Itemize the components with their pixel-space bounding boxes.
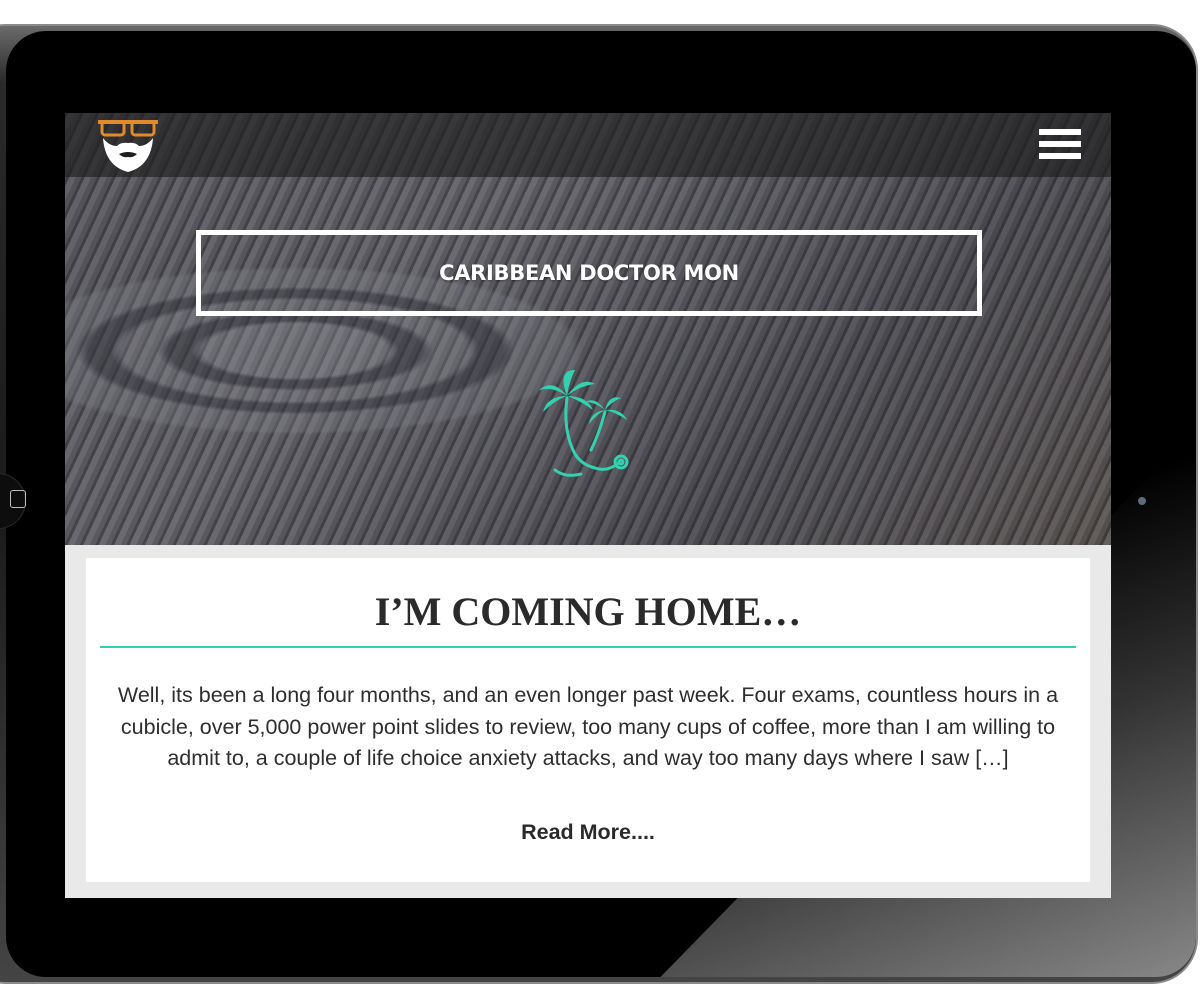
bearded-man-glasses-logo[interactable] [95,116,161,174]
site-title: CARIBBEAN DOCTOR MON [439,261,739,285]
read-more-link[interactable]: Read More.... [86,820,1090,845]
hero-overlay [65,113,1111,545]
palm-tree-stethoscope-icon [539,370,629,477]
menu-line [1039,153,1081,159]
title-divider [100,646,1076,648]
camera-icon [1138,497,1146,505]
post-excerpt: Well, its been a long four months, and a… [117,683,1059,770]
top-nav-bar [65,113,1111,177]
hero-banner: CARIBBEAN DOCTOR MON [65,113,1111,545]
hamburger-menu-icon[interactable] [1039,129,1083,163]
post-card: I’M COMING HOME… Well, its been a long f… [86,558,1090,882]
home-square-icon [10,490,26,508]
post-title[interactable]: I’M COMING HOME… [86,588,1090,635]
tablet-screen: CARIBBEAN DOCTOR MON I’M COMING HOME… We… [65,113,1111,898]
menu-line [1039,129,1081,135]
site-title-box[interactable]: CARIBBEAN DOCTOR MON [196,230,982,316]
menu-line [1039,141,1081,147]
